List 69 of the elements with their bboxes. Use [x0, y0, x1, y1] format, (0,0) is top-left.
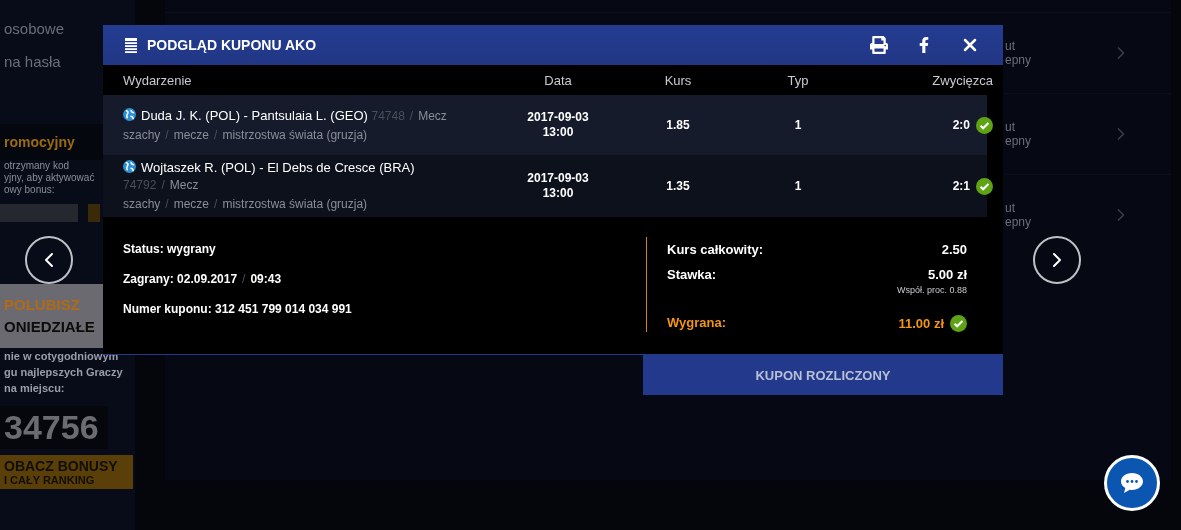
globe-icon — [123, 160, 136, 173]
date-cell-text: 2017-09-03 13:00 — [526, 110, 590, 140]
total-value: 2.50 — [941, 242, 967, 257]
placed-time-text: 09:43 — [250, 272, 282, 286]
code-input-field[interactable] — [0, 204, 78, 222]
list-text: ut — [1004, 39, 1016, 53]
separator-text: / — [161, 178, 165, 192]
list-text: epny — [1004, 215, 1031, 229]
rank-number: 34756 — [0, 406, 108, 449]
menu-item[interactable]: osobowe — [0, 0, 65, 41]
column-header: Zwycięzca — [931, 72, 993, 88]
list-text: epny — [1004, 53, 1031, 67]
bonus-button[interactable]: OBACZ BONUSY I CAŁY RANKING — [0, 455, 133, 489]
ranking-text: nie w cotygodniowym — [3, 349, 119, 364]
column-header: Wydarzenie — [123, 72, 193, 88]
event-id: 74792 — [123, 178, 157, 192]
previous-button[interactable] — [25, 236, 73, 284]
event-title: Wojtaszek R. (POL) - El Debs de Cresce (BRA) — [141, 160, 415, 175]
list-text: epny — [1004, 134, 1031, 148]
win-amount: 11.00 zł — [898, 316, 944, 331]
modal-title: PODGLĄD KUPONU AKO — [147, 37, 318, 53]
odds-cell-text: 1.35 — [665, 178, 691, 194]
chat-bubble-icon — [1119, 471, 1145, 495]
win-label: Wygrana: — [667, 315, 726, 330]
total-label: Kurs całkowity: — [667, 242, 764, 257]
event-title: Duda J. K. (POL) - Pantsulaia L. (GEO) — [141, 107, 368, 123]
ranking-text: na miejscu: — [3, 381, 65, 396]
separator-text: / — [165, 127, 169, 142]
result-cell: 2:0 — [952, 117, 970, 133]
next-button[interactable] — [1033, 236, 1081, 284]
bonus-note: Współ. proc. 0.88 — [896, 285, 967, 295]
date-cell-text: 2017-09-03 13:00 — [526, 171, 590, 201]
category-text: szachy — [123, 197, 161, 211]
list-text: ut — [1004, 120, 1016, 134]
separator-text: / — [214, 197, 218, 211]
settled-coupon-button[interactable]: KUPON ROZLICZONY — [643, 355, 1003, 395]
receipt-icon — [125, 37, 137, 53]
column-header: Typ — [786, 72, 810, 88]
odds-cell-text: 1.85 — [665, 117, 691, 133]
category-text: mistrzostwa świata (gruzja) — [222, 197, 368, 211]
column-header: Data — [543, 72, 573, 88]
category-text: mecze — [173, 197, 210, 211]
banner-text: ONIEDZIAŁE — [4, 317, 96, 337]
category-text: mecze — [173, 127, 210, 142]
status-text: Status: wygrany — [123, 242, 217, 256]
separator-text: / — [242, 272, 246, 286]
pick-cell-text: 1 — [793, 178, 803, 194]
ranking-text: gu najlepszych Graczy — [3, 365, 123, 380]
column-header: Kurs — [663, 72, 693, 88]
total-label: Stawka: — [667, 267, 717, 282]
promo-text: owy bonus: — [3, 184, 56, 196]
menu-item[interactable]: na hasła — [0, 41, 61, 74]
globe-icon — [123, 107, 136, 121]
total-value: 5.00 zł — [927, 267, 967, 282]
separator-text: / — [214, 127, 218, 142]
event-type: Mecz — [169, 178, 199, 192]
separator-text: / — [409, 108, 414, 123]
event-type: Mecz — [418, 108, 447, 123]
printer-icon — [870, 36, 888, 54]
promo-text: otrzymany kod — [3, 160, 71, 172]
placed-date-text: Zagrany: 02.09.2017 — [123, 272, 238, 286]
chat-button[interactable] — [1104, 455, 1160, 511]
coupon-number-text: Numer kuponu: 312 451 799 014 034 991 — [123, 302, 353, 316]
list-text: ut — [1004, 201, 1016, 215]
result-cell: 2:1 — [952, 178, 970, 194]
promo-text: yjny, aby aktywować — [3, 172, 96, 184]
category-text: mistrzostwa świata (gruzja) — [222, 127, 368, 142]
separator-text: / — [165, 197, 169, 211]
pick-cell-text: 1 — [793, 117, 803, 133]
